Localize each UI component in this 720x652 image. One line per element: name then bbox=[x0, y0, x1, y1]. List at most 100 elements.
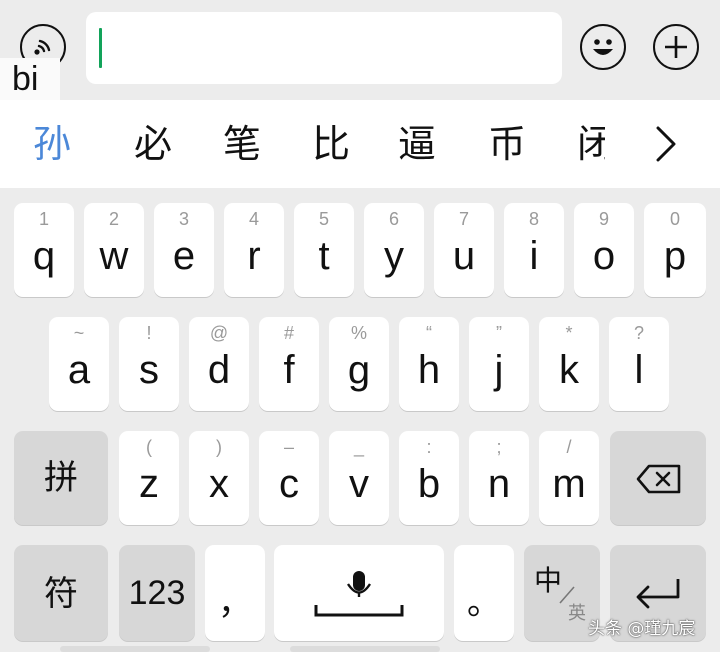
candidate-bar: 孙 必 笔 比 逼 币 闭 bbox=[0, 100, 720, 188]
key-z[interactable]: (z bbox=[119, 431, 179, 525]
microphone-icon bbox=[314, 571, 404, 617]
comma-key[interactable]: ， bbox=[205, 545, 265, 641]
key-label: d bbox=[207, 348, 231, 392]
candidate-4[interactable]: 比 bbox=[312, 118, 350, 170]
key-f[interactable]: # f bbox=[259, 317, 319, 411]
key-label: l bbox=[634, 348, 644, 392]
key-v[interactable]: _ v bbox=[329, 431, 389, 525]
key-label: j bbox=[494, 348, 504, 392]
chevron-right-icon[interactable] bbox=[650, 124, 680, 164]
key-label: f bbox=[283, 348, 295, 392]
pinyin-mode-key[interactable]: 拼 bbox=[14, 431, 108, 525]
key-p[interactable]: 0p bbox=[644, 203, 706, 297]
key-label: t bbox=[318, 234, 330, 278]
key-y[interactable]: 6y bbox=[364, 203, 424, 297]
input-toolbar bbox=[0, 0, 720, 100]
key-label: b bbox=[417, 462, 441, 506]
key-label: u bbox=[452, 234, 476, 278]
smiley-icon[interactable] bbox=[580, 24, 626, 70]
key-a[interactable]: ~ a bbox=[49, 317, 109, 411]
key-label: q bbox=[32, 234, 56, 278]
key-j[interactable]: ” j bbox=[469, 317, 529, 411]
key-hint: 1 bbox=[38, 209, 49, 229]
key-hint: 7 bbox=[458, 209, 469, 229]
key-s[interactable]: ! s bbox=[119, 317, 179, 411]
key-hint: 2 bbox=[108, 209, 119, 229]
key-label: w bbox=[99, 234, 129, 278]
candidate-2[interactable]: 必 bbox=[134, 118, 172, 170]
numbers-key[interactable]: 123 bbox=[119, 545, 195, 641]
key-t[interactable]: 5t bbox=[294, 203, 354, 297]
key-label: i bbox=[529, 234, 539, 278]
key-hint: ( bbox=[146, 437, 152, 457]
key-label: c bbox=[279, 462, 299, 506]
key-hint: / bbox=[566, 437, 572, 457]
key-label: o bbox=[592, 234, 616, 278]
key-label: m bbox=[552, 462, 586, 506]
key-hint: 0 bbox=[669, 209, 680, 229]
composition-pinyin: bi bbox=[0, 58, 60, 100]
key-label: s bbox=[139, 348, 159, 392]
candidate-6[interactable]: 币 bbox=[488, 118, 526, 170]
key-hint: 5 bbox=[318, 209, 329, 229]
key-hint: % bbox=[350, 323, 367, 343]
key-label: 123 bbox=[128, 574, 186, 612]
message-input[interactable] bbox=[86, 12, 562, 84]
delete-key[interactable] bbox=[610, 431, 706, 525]
key-d[interactable]: @ d bbox=[189, 317, 249, 411]
candidate-7[interactable]: 闭 bbox=[577, 118, 605, 170]
key-hint: 8 bbox=[528, 209, 539, 229]
watermark-text: 头条 @瑾九宸 bbox=[588, 619, 696, 639]
key-hint: ! bbox=[146, 323, 152, 343]
key-hint: ” bbox=[496, 323, 502, 343]
key-c[interactable]: – c bbox=[259, 431, 319, 525]
key-u[interactable]: 7u bbox=[434, 203, 494, 297]
key-hint: ? bbox=[633, 323, 644, 343]
edge-segment bbox=[290, 646, 440, 652]
space-key[interactable] bbox=[274, 545, 444, 641]
key-q[interactable]: 1q bbox=[14, 203, 74, 297]
candidate-1[interactable]: 孙 bbox=[33, 118, 71, 170]
key-hint: ) bbox=[216, 437, 222, 457]
key-h[interactable]: “h bbox=[399, 317, 459, 411]
key-e[interactable]: 3e bbox=[154, 203, 214, 297]
key-x[interactable]: ) x bbox=[189, 431, 249, 525]
key-hint: 9 bbox=[598, 209, 609, 229]
key-n[interactable]: ; n bbox=[469, 431, 529, 525]
key-label: 符 bbox=[44, 574, 78, 614]
key-hint: 3 bbox=[178, 209, 189, 229]
key-hint: _ bbox=[353, 437, 364, 457]
key-g[interactable]: % g bbox=[329, 317, 389, 411]
edge-segment bbox=[60, 646, 210, 652]
key-hint: ~ bbox=[73, 323, 85, 343]
candidate-5[interactable]: 逼 bbox=[398, 118, 436, 170]
plus-icon[interactable] bbox=[653, 24, 699, 70]
symbols-key[interactable]: 符 bbox=[14, 545, 108, 641]
key-label: 拼 bbox=[44, 458, 78, 498]
key-label: r bbox=[247, 234, 261, 278]
key-m[interactable]: / m bbox=[539, 431, 599, 525]
period-key[interactable]: 。 bbox=[454, 545, 514, 641]
key-label: z bbox=[139, 462, 159, 506]
text-cursor bbox=[99, 28, 102, 68]
key-label: x bbox=[209, 462, 229, 506]
key-label: g bbox=[347, 348, 371, 392]
key-b[interactable]: :b bbox=[399, 431, 459, 525]
key-label: y bbox=[384, 234, 404, 278]
key-label: e bbox=[172, 234, 196, 278]
key-k[interactable]: * k bbox=[539, 317, 599, 411]
key-w[interactable]: 2w bbox=[84, 203, 144, 297]
key-hint: 6 bbox=[388, 209, 399, 229]
candidate-3[interactable]: 笔 bbox=[223, 118, 261, 170]
key-label: n bbox=[487, 462, 511, 506]
key-label: h bbox=[417, 348, 441, 392]
key-o[interactable]: 9o bbox=[574, 203, 634, 297]
key-label: v bbox=[349, 462, 369, 506]
key-label: 。 bbox=[467, 583, 501, 623]
key-l[interactable]: ? l bbox=[609, 317, 669, 411]
key-label: k bbox=[559, 348, 579, 392]
key-label: a bbox=[67, 348, 91, 392]
key-i[interactable]: 8i bbox=[504, 203, 564, 297]
key-r[interactable]: 4r bbox=[224, 203, 284, 297]
backspace-icon bbox=[636, 464, 681, 494]
